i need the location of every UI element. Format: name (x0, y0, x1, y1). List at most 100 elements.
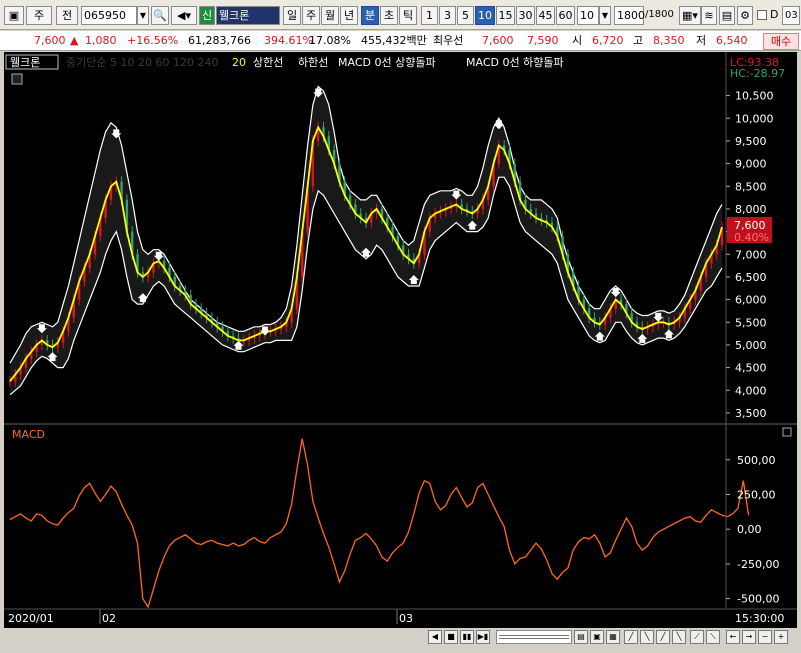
change-percent: +16.56% (127, 34, 179, 47)
zoom-prev-icon[interactable]: ▤ (574, 630, 588, 644)
arrow-left-icon[interactable]: ← (726, 630, 740, 644)
bid-price: 7,590 (527, 34, 559, 47)
low-price: 6,540 (716, 34, 748, 47)
stock-code-input[interactable]: 065950 (81, 6, 137, 25)
period-week[interactable]: 주 (302, 6, 320, 25)
stock-name-field[interactable]: 웰크론 (216, 6, 280, 25)
d-checkbox[interactable] (757, 10, 767, 20)
search-icon[interactable]: 🔍 (151, 6, 169, 25)
minute-1[interactable]: 1 (421, 6, 438, 25)
minute-10[interactable]: 10 (475, 6, 495, 25)
macd-line (9, 438, 750, 609)
period-tick[interactable]: 틱 (399, 6, 417, 25)
legend-stock-name: 웰크론 (10, 56, 40, 69)
line-tool-2-icon[interactable]: ╲ (640, 630, 654, 644)
price-change: 1,080 (85, 34, 117, 47)
zoom-reset-icon[interactable]: ▣ (590, 630, 604, 644)
arrow-right-icon[interactable]: → (742, 630, 756, 644)
axis-current-pct: 0.40% (734, 231, 769, 244)
pause-icon[interactable]: ▮▮ (460, 630, 474, 644)
minute-5[interactable]: 5 (457, 6, 474, 25)
speaker-icon[interactable]: ◀▾ (171, 6, 197, 25)
volume: 61,283,766 (188, 34, 251, 47)
time-label-feb: 02 (102, 612, 116, 625)
volume-ratio: 394.61% (264, 34, 313, 47)
range-input[interactable]: 1800 (614, 6, 645, 25)
minute-30[interactable]: 30 (516, 6, 535, 25)
scrollbar-thumb[interactable] (499, 635, 569, 639)
price-tick-label: 5,000 (735, 339, 767, 352)
ask-price: 7,600 (482, 34, 514, 47)
zoom-in-icon[interactable]: ▦ (606, 630, 620, 644)
all-toggle[interactable]: 전 (56, 6, 78, 25)
legend-ma20[interactable]: 20 (232, 56, 246, 69)
maximize-icon (782, 427, 792, 437)
mode-select[interactable]: 주 (26, 6, 52, 25)
range-total: /1800 (645, 9, 674, 20)
grid-icon[interactable]: ▦▾ (679, 6, 701, 25)
minute-3[interactable]: 3 (439, 6, 456, 25)
price-tick-label: 8,500 (735, 180, 767, 193)
macd-series (9, 438, 750, 609)
table-icon (11, 73, 23, 85)
plus-icon[interactable]: + (774, 630, 788, 644)
macd-axis: 500,00 250,00 0,00 -250,00 -500,00 (726, 454, 779, 606)
save-icon[interactable]: ▤ (719, 6, 735, 25)
minus-icon[interactable]: − (758, 630, 772, 644)
legend-faded-ma: 중기단순 5 10 20 60 120 240 (66, 56, 218, 69)
price-tick-label: 8,000 (735, 203, 767, 216)
high-price: 8,350 (653, 34, 685, 47)
macd-tick-label: 0,00 (737, 523, 762, 536)
interval-input[interactable]: 10 (577, 6, 599, 25)
price-axis: 10,50010,0009,5009,0008,5008,0007,5007,0… (726, 90, 774, 420)
chevron-down-icon[interactable]: ▼ (137, 6, 149, 25)
period-month[interactable]: 월 (321, 6, 339, 25)
minute-60[interactable]: 60 (556, 6, 575, 25)
toolbar: ▣ 주 전 065950 ▼ 🔍 ◀▾ 신 웰크론 일 주 월 년 분 초 틱 … (0, 0, 801, 30)
macd-tick-label: 500,00 (737, 454, 776, 467)
legend-macd-up[interactable]: MACD 0선 상향돌파 (338, 56, 436, 69)
scrollbar-track[interactable] (496, 630, 572, 644)
interval-dropdown-icon[interactable]: ▼ (599, 6, 611, 25)
stop-icon[interactable]: ■ (444, 630, 458, 644)
fast-forward-icon[interactable]: ▶▮ (476, 630, 490, 644)
macd-label: MACD (12, 428, 45, 441)
time-label-start: 2020/01 (8, 612, 54, 625)
current-price: 7,600 (34, 34, 66, 47)
price-tick-label: 10,500 (735, 90, 774, 103)
line-tool-6-icon[interactable]: ⟍ (706, 630, 720, 644)
window-icon[interactable]: ▣ (4, 6, 24, 25)
line-tool-4-icon[interactable]: ╲ (672, 630, 686, 644)
line-tool-5-icon[interactable]: ⟋ (690, 630, 704, 644)
legend-lower-band[interactable]: 하한선 (298, 55, 328, 69)
buy-button[interactable]: 매수 (763, 33, 799, 50)
period-year[interactable]: 년 (340, 6, 358, 25)
line-tool-1-icon[interactable]: ╱ (624, 630, 638, 644)
d-value[interactable]: 03 (782, 6, 800, 25)
price-tick-label: 6,000 (735, 294, 767, 307)
price-tick-label: 4,000 (735, 384, 767, 397)
scroll-left-icon[interactable]: ◀ (428, 630, 442, 644)
up-arrow-icon: ▲ (70, 34, 79, 47)
line-tool-3-icon[interactable]: ╱ (656, 630, 670, 644)
price-tick-label: 9,500 (735, 135, 767, 148)
legend-upper-band[interactable]: 상한선 (253, 56, 283, 69)
time-label-last: 15:30:00 (735, 612, 784, 625)
open-label: 시 (572, 34, 583, 47)
trade-amount: 455,432백만 (361, 34, 427, 47)
gear-icon[interactable]: ⚙ (737, 6, 753, 25)
minute-45[interactable]: 45 (536, 6, 555, 25)
period-day[interactable]: 일 (283, 6, 301, 25)
turnover: 17.08% (309, 34, 351, 47)
hc-value: HC:-28.97 (730, 67, 785, 80)
time-label-mar: 03 (399, 612, 413, 625)
legend-macd-down[interactable]: MACD 0선 하향돌파 (466, 55, 564, 69)
period-second[interactable]: 초 (380, 6, 398, 25)
d-label: D (770, 8, 779, 21)
chart-canvas[interactable]: 웰크론 중기단순 5 10 20 60 120 240 20 상한선 하한선 M… (4, 52, 797, 628)
zigzag-icon[interactable]: ≋ (701, 6, 717, 25)
price-tick-label: 4,500 (735, 362, 767, 375)
period-minute[interactable]: 분 (361, 6, 379, 25)
minute-15[interactable]: 15 (496, 6, 515, 25)
price-tick-label: 3,500 (735, 407, 767, 420)
